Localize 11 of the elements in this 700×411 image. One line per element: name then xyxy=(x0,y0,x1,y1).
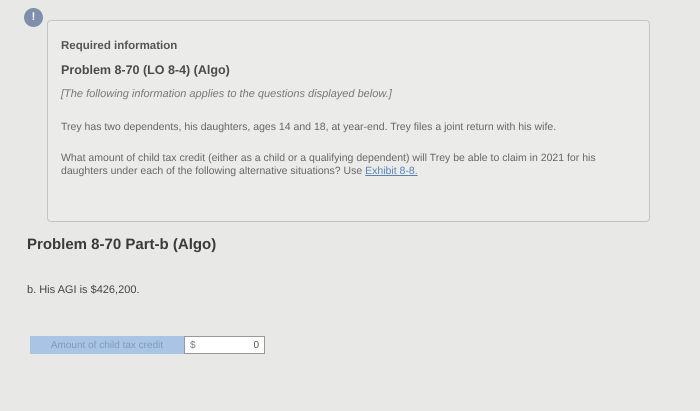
info-note: [The following information applies to the questions displayed below.] xyxy=(61,87,393,102)
info-heading: Required information xyxy=(61,39,178,54)
info-paragraph: What amount of child tax credit (either as a child or a qualifying dependent) will Trey be able to claim in 2021 for his daughters under each of the following alternative situations? Use Exhibit 8-8. xyxy=(61,152,597,178)
answer-field[interactable]: $ 0 xyxy=(184,336,265,354)
answer-value: 0 xyxy=(253,338,259,352)
alert-icon: ! xyxy=(24,8,43,27)
currency-symbol: $ xyxy=(190,338,196,352)
info-paragraph: Trey has two dependents, his daughters, ages 14 and 18, at year-end. Trey files a joint return with his wife. xyxy=(61,120,558,134)
question-text: b. His AGI is $426,200. xyxy=(27,282,141,298)
part-title: Problem 8-70 Part-b (Algo) xyxy=(27,235,218,255)
problem-title: Problem 8-70 (LO 8-4) (Algo) xyxy=(61,62,231,80)
